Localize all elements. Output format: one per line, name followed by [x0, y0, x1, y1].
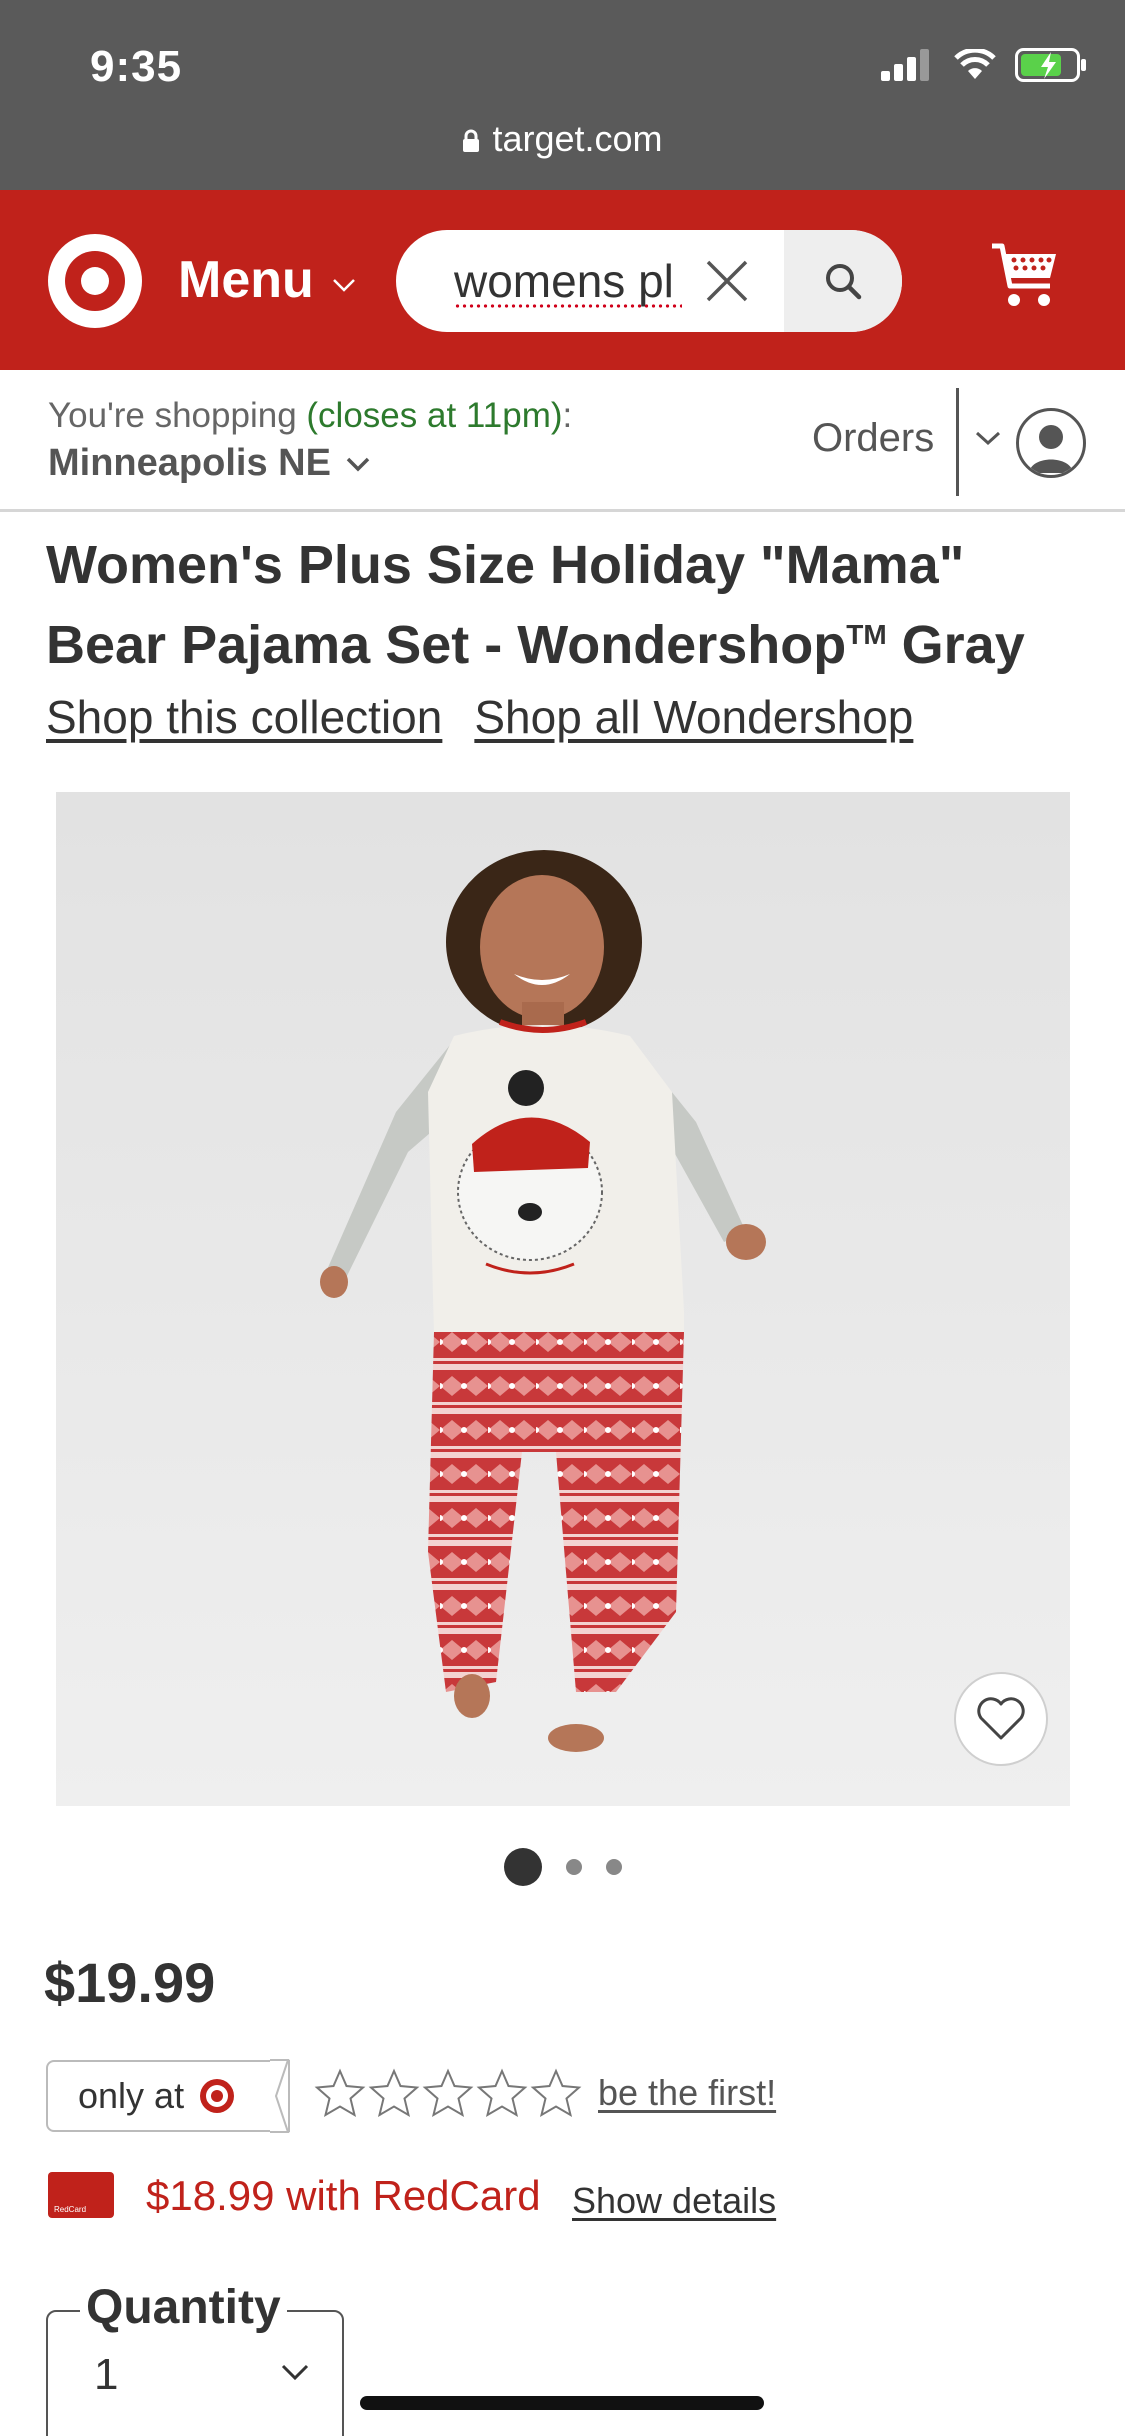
title-color: Gray — [886, 615, 1025, 675]
store-bar: You're shopping (closes at 11pm): Minnea… — [0, 370, 1125, 512]
store-hours: (closes at 11pm) — [306, 396, 563, 435]
chevron-down-icon — [346, 457, 370, 471]
product-photo — [320, 850, 766, 1752]
rating-stars[interactable] — [314, 2068, 582, 2118]
only-at-badge: only at — [46, 2060, 290, 2132]
store-selector[interactable]: Minneapolis NE — [48, 442, 371, 485]
star-icon — [530, 2068, 582, 2118]
product-image[interactable] — [56, 792, 1070, 1806]
carousel-dot[interactable] — [565, 1859, 582, 1875]
status-icons — [881, 48, 1087, 82]
redcard-icon: RedCard — [48, 2172, 114, 2218]
status-bar: 9:35 target.com — [0, 0, 1125, 190]
battery-icon — [1015, 48, 1086, 82]
show-details-link[interactable]: Show details — [572, 2180, 776, 2222]
search-icon — [826, 264, 862, 300]
search-input[interactable]: womens pl — [454, 230, 704, 332]
menu-label: Menu — [178, 251, 314, 309]
trademark-symbol: TM — [846, 619, 887, 650]
divider — [956, 388, 959, 496]
url-text: target.com — [492, 118, 663, 159]
orders-link[interactable]: Orders — [812, 416, 934, 461]
shopping-prefix: You're shopping — [48, 396, 307, 435]
product-price: $19.99 — [44, 1951, 216, 2014]
search-bar[interactable]: womens pl — [396, 230, 902, 332]
heart-icon — [977, 1697, 1025, 1740]
shop-brand-link[interactable]: Shop all Wondershop — [474, 690, 913, 744]
title-line-1: Women's Plus Size Holiday "Mama" — [46, 535, 965, 595]
shopping-suffix: : — [562, 396, 573, 435]
carousel-dot[interactable] — [503, 1848, 542, 1886]
redcard-badge-text: RedCard — [54, 2205, 87, 2214]
shop-collection-link[interactable]: Shop this collection — [46, 690, 442, 744]
shopping-at-text: You're shopping (closes at 11pm): — [48, 396, 572, 436]
menu-button[interactable]: Menu — [178, 250, 356, 310]
target-bullseye-icon — [200, 2079, 235, 2113]
clear-search-icon[interactable] — [704, 258, 750, 304]
badge-tail — [270, 2059, 290, 2133]
signal-icon — [881, 49, 929, 81]
quantity-value[interactable]: 1 — [94, 2350, 118, 2400]
wifi-icon — [954, 49, 996, 79]
collection-links: Shop this collection Shop all Wondershop — [46, 690, 913, 744]
image-carousel-dots[interactable] — [0, 1848, 1125, 1886]
spellcheck-underline — [454, 304, 682, 308]
star-icon — [422, 2068, 474, 2118]
product-title: Women's Plus Size Holiday "Mama" Bear Pa… — [46, 530, 1086, 680]
star-icon — [368, 2068, 420, 2118]
status-time: 9:35 — [90, 42, 183, 91]
star-icon — [314, 2068, 366, 2118]
chevron-down-icon[interactable] — [280, 2362, 310, 2382]
favorite-button[interactable] — [954, 1672, 1048, 1766]
url-bar[interactable]: target.com — [0, 118, 1125, 160]
user-icon — [1029, 425, 1073, 473]
quantity-label: Quantity — [80, 2280, 287, 2335]
home-indicator[interactable] — [360, 2396, 764, 2410]
redcard-price: $18.99 with RedCard — [146, 2172, 541, 2219]
store-name: Minneapolis NE — [48, 442, 331, 484]
search-button[interactable] — [784, 230, 902, 332]
carousel-dot[interactable] — [605, 1859, 622, 1875]
account-avatar[interactable] — [1016, 408, 1086, 478]
star-icon — [476, 2068, 528, 2118]
cart-icon[interactable] — [990, 242, 1060, 310]
only-at-text: only at — [78, 2075, 185, 2116]
site-header: Menu womens pl — [0, 190, 1125, 370]
target-logo[interactable] — [48, 234, 142, 328]
chevron-down-icon — [332, 279, 355, 292]
lock-icon — [463, 130, 480, 153]
title-line-2: Bear Pajama Set - Wondershop — [46, 615, 847, 675]
account-chevron-icon[interactable] — [974, 428, 1002, 448]
write-review-link[interactable]: be the first! — [598, 2072, 776, 2114]
